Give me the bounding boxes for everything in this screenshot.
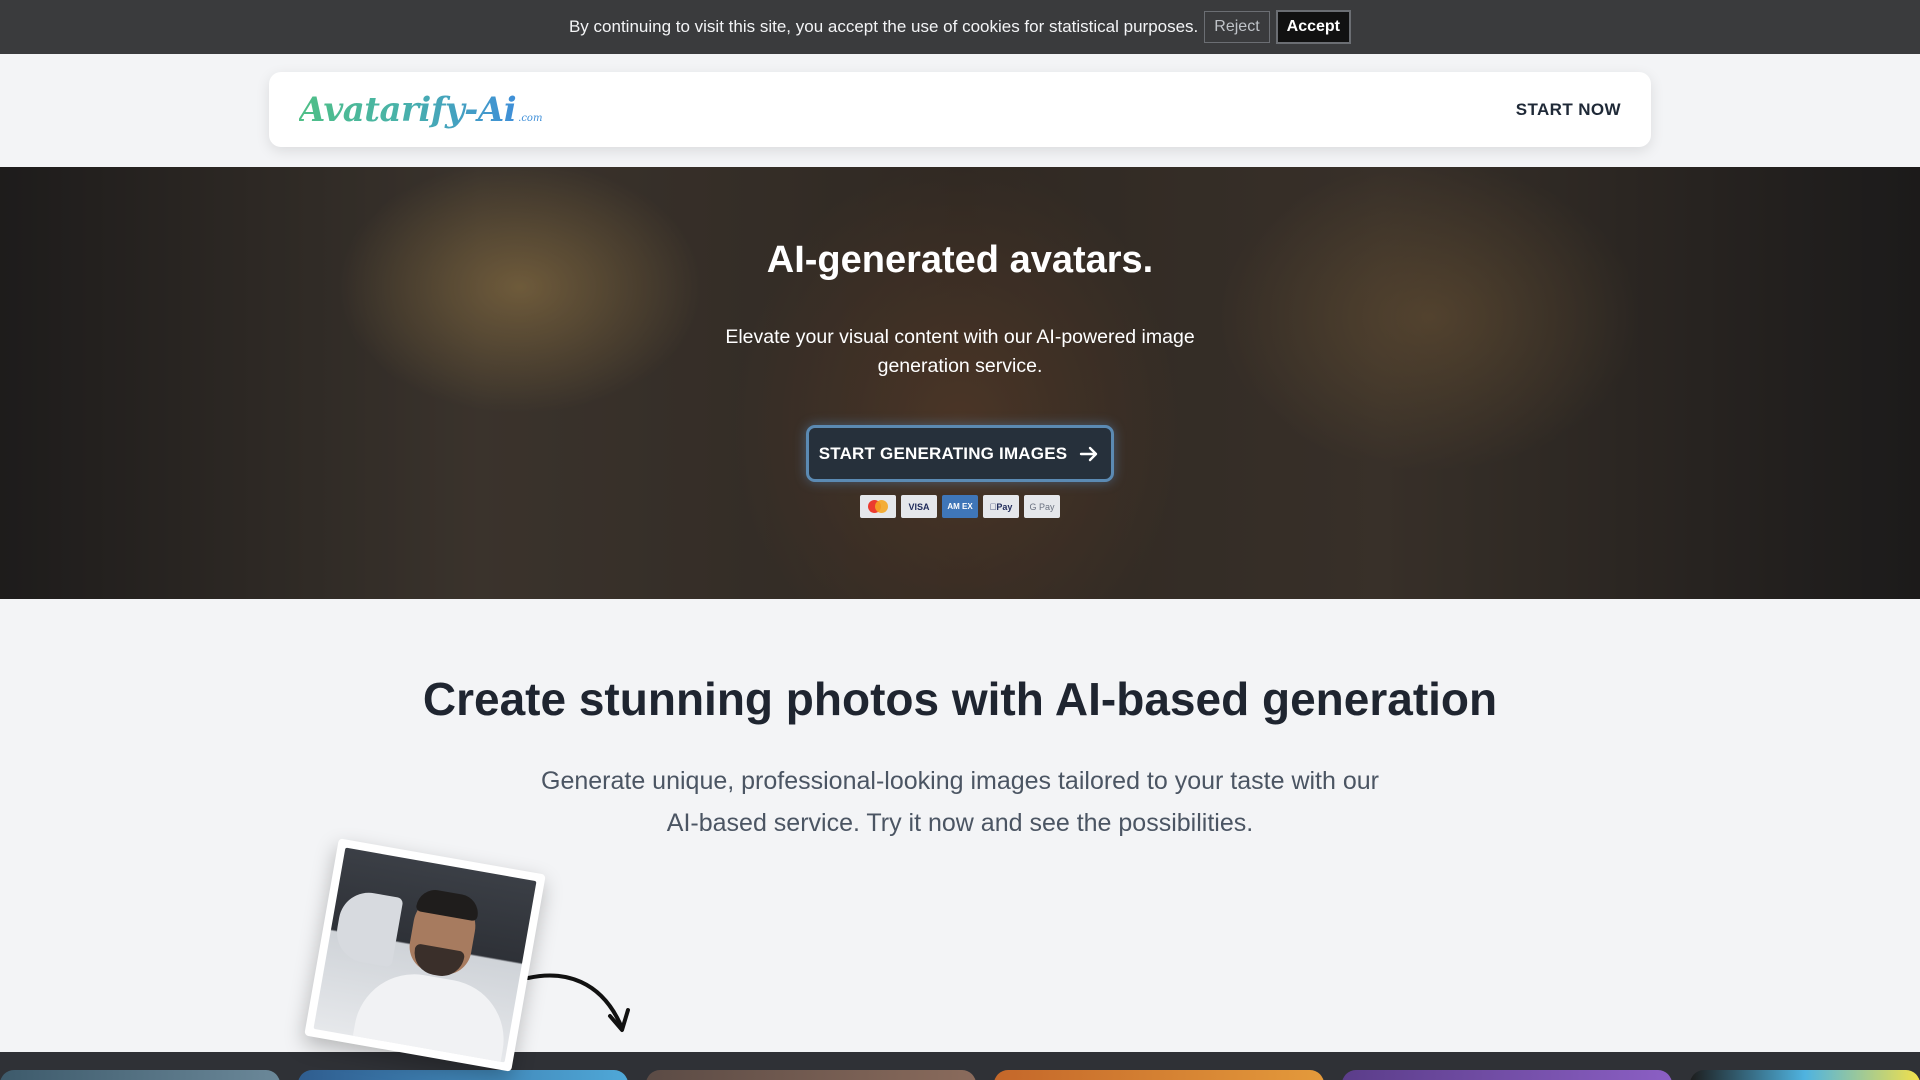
gallery-thumb[interactable] [0, 1070, 280, 1080]
google-pay-icon: G Pay [1024, 495, 1060, 518]
logo-text: Avatarify-Ai [299, 89, 517, 130]
cookie-reject-button[interactable]: Reject [1204, 11, 1270, 43]
sample-photo [304, 838, 546, 1072]
arrow-right-icon [1080, 446, 1098, 461]
logo-suffix: .com [518, 112, 543, 124]
mastercard-icon [860, 495, 896, 518]
section-title: Create stunning photos with AI-based gen… [422, 673, 1498, 725]
cookie-message: By continuing to visit this site, you ac… [568, 17, 1199, 36]
payment-methods: VISA AM EX Pay G Pay [860, 495, 1060, 518]
apple-pay-icon: Pay [983, 495, 1019, 518]
start-generating-label: START GENERATING IMAGES [818, 443, 1068, 463]
amex-icon: AM EX [942, 495, 978, 518]
site-header: Avatarify-Ai .com START NOW [0, 54, 1920, 167]
start-generating-button[interactable]: START GENERATING IMAGES [806, 425, 1114, 482]
section-subtitle: Generate unique, professional-looking im… [541, 767, 1379, 837]
gallery-thumb[interactable] [1342, 1070, 1672, 1080]
hero-background-image [0, 167, 1920, 599]
gallery-thumb[interactable] [994, 1070, 1324, 1080]
curved-arrow-icon [526, 973, 630, 1032]
hero-title: AI-generated avatars. [766, 239, 1154, 281]
gallery-thumb[interactable] [646, 1070, 976, 1080]
cookie-bar: By continuing to visit this site, you ac… [0, 0, 1920, 54]
header-card: Avatarify-Ai .com START NOW [269, 72, 1651, 147]
gallery-strip [0, 1052, 1920, 1080]
gallery-thumb[interactable] [298, 1070, 628, 1080]
gallery-thumb[interactable] [1690, 1070, 1920, 1080]
hero-subtitle: Elevate your visual content with our AI-… [725, 326, 1195, 377]
visa-icon: VISA [901, 495, 937, 518]
hero-section: AI-generated avatars. Elevate your visua… [0, 167, 1920, 599]
start-now-link[interactable]: START NOW [1516, 100, 1621, 120]
logo[interactable]: Avatarify-Ai .com [299, 90, 542, 130]
cookie-accept-button[interactable]: Accept [1275, 10, 1352, 44]
